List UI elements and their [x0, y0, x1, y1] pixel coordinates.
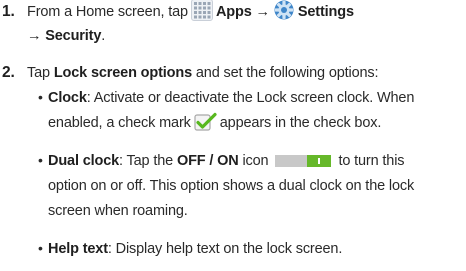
apps-label: Apps [215, 4, 252, 20]
step-2-number: 2. [2, 64, 15, 81]
dual-clock-option-line-1: Dual clock: Tap the OFF / ON icon to tur… [48, 152, 405, 170]
clock-description: : Activate or deactivate the Lock screen… [86, 90, 415, 106]
dual-clock-text-pre: : Tap the [119, 153, 174, 169]
bullet: • [38, 152, 43, 168]
clock-text-post: appears in the check box. [219, 115, 382, 131]
clock-term: Clock [48, 90, 87, 106]
settings-label: Settings [297, 4, 354, 20]
step-1-line-2: → Security. [27, 27, 105, 45]
help-text-option-line-1: Help text: Display help text on the lock… [48, 240, 342, 258]
dual-clock-line-2: option on or off. This option shows a du… [48, 178, 415, 194]
dual-clock-line-3: screen when roaming. [48, 203, 188, 219]
clock-option-line-2: enabled, a check mark appears in the che… [48, 112, 382, 132]
off-on-toggle-icon [275, 154, 332, 167]
step-2-text-post: and set the following options: [195, 65, 379, 81]
step-1-number: 1. [2, 3, 15, 20]
help-text-description: : Display help text on the lock screen. [107, 241, 343, 257]
step-1-text: From a Home screen, tap [27, 4, 188, 20]
checkmark-icon [194, 112, 217, 131]
clock-text-pre: enabled, a check mark [48, 115, 191, 131]
settings-gear-icon [273, 0, 295, 21]
help-text-term: Help text [48, 241, 108, 257]
security-label: Security [45, 28, 102, 44]
clock-option-line-1: Clock: Activate or deactivate the Lock s… [48, 89, 414, 107]
arrow: → [255, 4, 271, 20]
off-on-label: OFF / ON [176, 153, 239, 169]
lock-screen-options-label: Lock screen options [53, 65, 192, 81]
bullet: • [38, 240, 43, 256]
dual-clock-text-post: to turn this [338, 153, 405, 169]
apps-grid-icon [190, 0, 213, 22]
dual-clock-term: Dual clock [48, 153, 120, 169]
step-2-line-1: Tap Lock screen options and set the foll… [27, 64, 379, 82]
arrow: → [27, 28, 42, 44]
period: . [101, 28, 106, 44]
document-page: 1. From a Home screen, tap Apps → Settin… [0, 0, 466, 271]
step-2-text-pre: Tap [27, 65, 50, 81]
bullet: • [38, 89, 43, 105]
step-1-line-1: From a Home screen, tap Apps → Settings [27, 0, 354, 22]
icon-word: icon [242, 153, 269, 169]
